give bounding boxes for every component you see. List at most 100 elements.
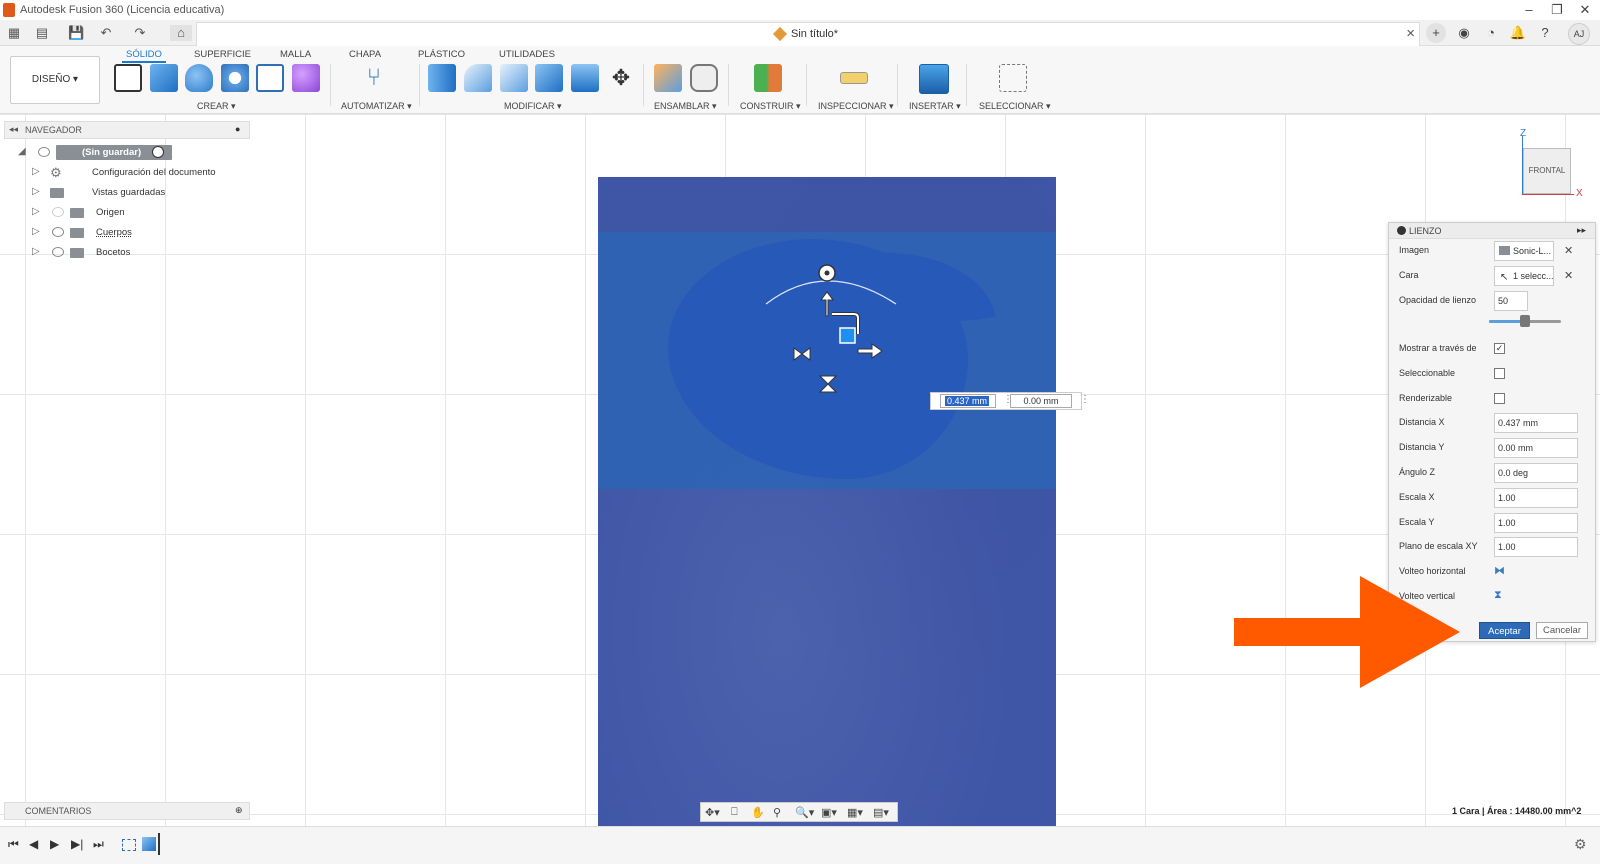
- collapse-icon[interactable]: ◂◂: [9, 124, 18, 135]
- flip-horizontal-icon[interactable]: ⧓: [1494, 564, 1505, 577]
- play-icon[interactable]: ▶: [50, 837, 59, 851]
- distance-x-input[interactable]: 0.437 mm: [940, 394, 996, 408]
- pin-icon[interactable]: ●: [235, 124, 240, 134]
- file-menu-icon[interactable]: ▤: [34, 25, 50, 41]
- viewports-icon[interactable]: ▤▾: [873, 806, 889, 819]
- expand-dialog-icon[interactable]: ▸▸: [1577, 225, 1586, 236]
- transform-gizmo[interactable]: [760, 262, 900, 402]
- plano-escala-input[interactable]: 1.00: [1494, 537, 1578, 557]
- visibility-eye-icon[interactable]: [38, 147, 50, 157]
- construct-plane-icon[interactable]: [754, 64, 782, 92]
- center-move-handle[interactable]: [839, 327, 856, 344]
- clear-image-icon[interactable]: ✕: [1564, 244, 1573, 257]
- pattern-icon[interactable]: [256, 64, 284, 92]
- data-panel-grid-icon[interactable]: ▦: [6, 25, 22, 41]
- group-insertar[interactable]: INSERTAR ▾: [909, 101, 961, 112]
- redo-icon[interactable]: ↷: [132, 25, 148, 41]
- step-forward-icon[interactable]: ▶|: [71, 837, 83, 851]
- expand-arrow-icon[interactable]: ▷: [32, 206, 40, 217]
- new-tab-icon[interactable]: +: [1426, 23, 1446, 43]
- press-pull-icon[interactable]: [428, 64, 456, 92]
- display-settings-icon[interactable]: ▣▾: [821, 806, 837, 819]
- dialog-collapse-icon[interactable]: [1397, 226, 1406, 235]
- tab-solido[interactable]: SÓLIDO: [122, 49, 166, 63]
- form-icon[interactable]: [292, 64, 320, 92]
- go-to-end-icon[interactable]: ⏭: [93, 837, 104, 852]
- timeline-canvas-feature-icon[interactable]: [142, 837, 156, 851]
- extensions-icon[interactable]: ◉: [1454, 23, 1474, 43]
- visibility-eye-icon[interactable]: [52, 247, 64, 257]
- clear-face-icon[interactable]: ✕: [1564, 269, 1573, 282]
- timeline-settings-gear-icon[interactable]: ⚙: [1574, 836, 1587, 853]
- opacity-slider-thumb[interactable]: [1520, 315, 1530, 327]
- distancia-x-input[interactable]: 0.437 mm: [1494, 413, 1578, 433]
- timeline-sketch-feature-icon[interactable]: [122, 839, 136, 851]
- tree-item-config[interactable]: ▷ ⚙ Configuración del documento: [18, 164, 248, 182]
- close-window-icon[interactable]: ✕: [1578, 2, 1592, 18]
- job-status-icon[interactable]: ◔: [1481, 23, 1501, 43]
- tab-plastico[interactable]: PLÁSTICO: [418, 49, 465, 60]
- expand-arrow-icon[interactable]: ▷: [32, 246, 40, 257]
- orbit-icon[interactable]: ✥▾: [705, 806, 720, 819]
- imagen-select[interactable]: Sonic-L...: [1494, 241, 1554, 261]
- group-construir[interactable]: CONSTRUIR ▾: [740, 101, 801, 112]
- add-comment-icon[interactable]: ⊕: [235, 805, 243, 816]
- input-menu-icon[interactable]: ⋮: [1080, 394, 1090, 405]
- joint-icon[interactable]: [690, 64, 718, 92]
- help-icon[interactable]: ?: [1535, 23, 1555, 43]
- user-avatar[interactable]: AJ: [1568, 23, 1590, 45]
- cara-select[interactable]: ↖ 1 selecc...: [1494, 266, 1554, 286]
- activate-radio-icon[interactable]: [152, 146, 164, 158]
- new-component-icon[interactable]: [654, 64, 682, 92]
- close-tab-icon[interactable]: ×: [1406, 25, 1415, 42]
- expand-arrow-icon[interactable]: ▷: [32, 166, 40, 177]
- automate-icon[interactable]: ⑂: [360, 64, 388, 92]
- move-up-arrow[interactable]: [820, 291, 834, 317]
- tab-utilidades[interactable]: UTILIDADES: [499, 49, 555, 60]
- comments-panel[interactable]: COMENTARIOS ⊕: [4, 802, 250, 820]
- move-right-arrow[interactable]: [857, 343, 883, 359]
- visibility-eye-icon[interactable]: [52, 207, 64, 217]
- group-seleccionar[interactable]: SELECCIONAR ▾: [979, 101, 1051, 112]
- shell-icon[interactable]: [571, 64, 599, 92]
- measure-icon[interactable]: [840, 72, 868, 84]
- insert-canvas-icon[interactable]: [919, 64, 949, 94]
- document-tab[interactable]: Sin título* ×: [196, 22, 1420, 46]
- group-inspeccionar[interactable]: INSPECCIONAR ▾: [818, 101, 894, 112]
- combine-icon[interactable]: [535, 64, 563, 92]
- seleccionable-checkbox[interactable]: [1494, 368, 1505, 379]
- group-modificar[interactable]: MODIFICAR ▾: [504, 101, 562, 112]
- create-sketch-icon[interactable]: [114, 64, 142, 92]
- expand-arrow-icon[interactable]: ▷: [32, 186, 40, 197]
- chamfer-icon[interactable]: [500, 64, 528, 92]
- tree-item-cuerpos[interactable]: ▷ Cuerpos: [18, 224, 248, 242]
- group-crear[interactable]: CREAR ▾: [197, 101, 236, 112]
- renderizable-checkbox[interactable]: [1494, 393, 1505, 404]
- accept-button[interactable]: Aceptar: [1479, 622, 1530, 639]
- restore-icon[interactable]: ❐: [1550, 2, 1564, 18]
- fillet-icon[interactable]: [464, 64, 492, 92]
- tab-superficie[interactable]: SUPERFICIE: [194, 49, 251, 60]
- angulo-z-input[interactable]: 0.0 deg: [1494, 463, 1578, 483]
- tab-malla[interactable]: MALLA: [280, 49, 311, 60]
- step-back-icon[interactable]: ◀: [29, 837, 38, 851]
- hole-icon[interactable]: [221, 64, 249, 92]
- escala-y-input[interactable]: 1.00: [1494, 513, 1578, 533]
- fit-icon[interactable]: 🔍▾: [795, 806, 814, 819]
- distance-y-input[interactable]: 0.00 mm: [1010, 394, 1072, 408]
- notifications-icon[interactable]: 🔔: [1508, 23, 1528, 43]
- escala-x-input[interactable]: 1.00: [1494, 488, 1578, 508]
- flip-horizontal-handle[interactable]: [793, 347, 811, 361]
- distancia-y-input[interactable]: 0.00 mm: [1494, 438, 1578, 458]
- tree-item-bocetos[interactable]: ▷ Bocetos: [18, 244, 248, 262]
- rotate-arc[interactable]: [765, 280, 897, 305]
- tree-item-origen[interactable]: ▷ Origen: [18, 204, 248, 222]
- flip-vertical-handle[interactable]: [818, 375, 838, 393]
- viewcube[interactable]: FRONTAL: [1523, 148, 1571, 194]
- visibility-eye-icon[interactable]: [52, 227, 64, 237]
- opacidad-input[interactable]: 50: [1494, 291, 1528, 311]
- flip-vertical-icon[interactable]: ⧗: [1494, 589, 1502, 602]
- expand-arrow-icon[interactable]: ▷: [32, 226, 40, 237]
- minimize-icon[interactable]: –: [1522, 2, 1536, 17]
- tree-root[interactable]: ◢ (Sin guardar): [18, 144, 248, 162]
